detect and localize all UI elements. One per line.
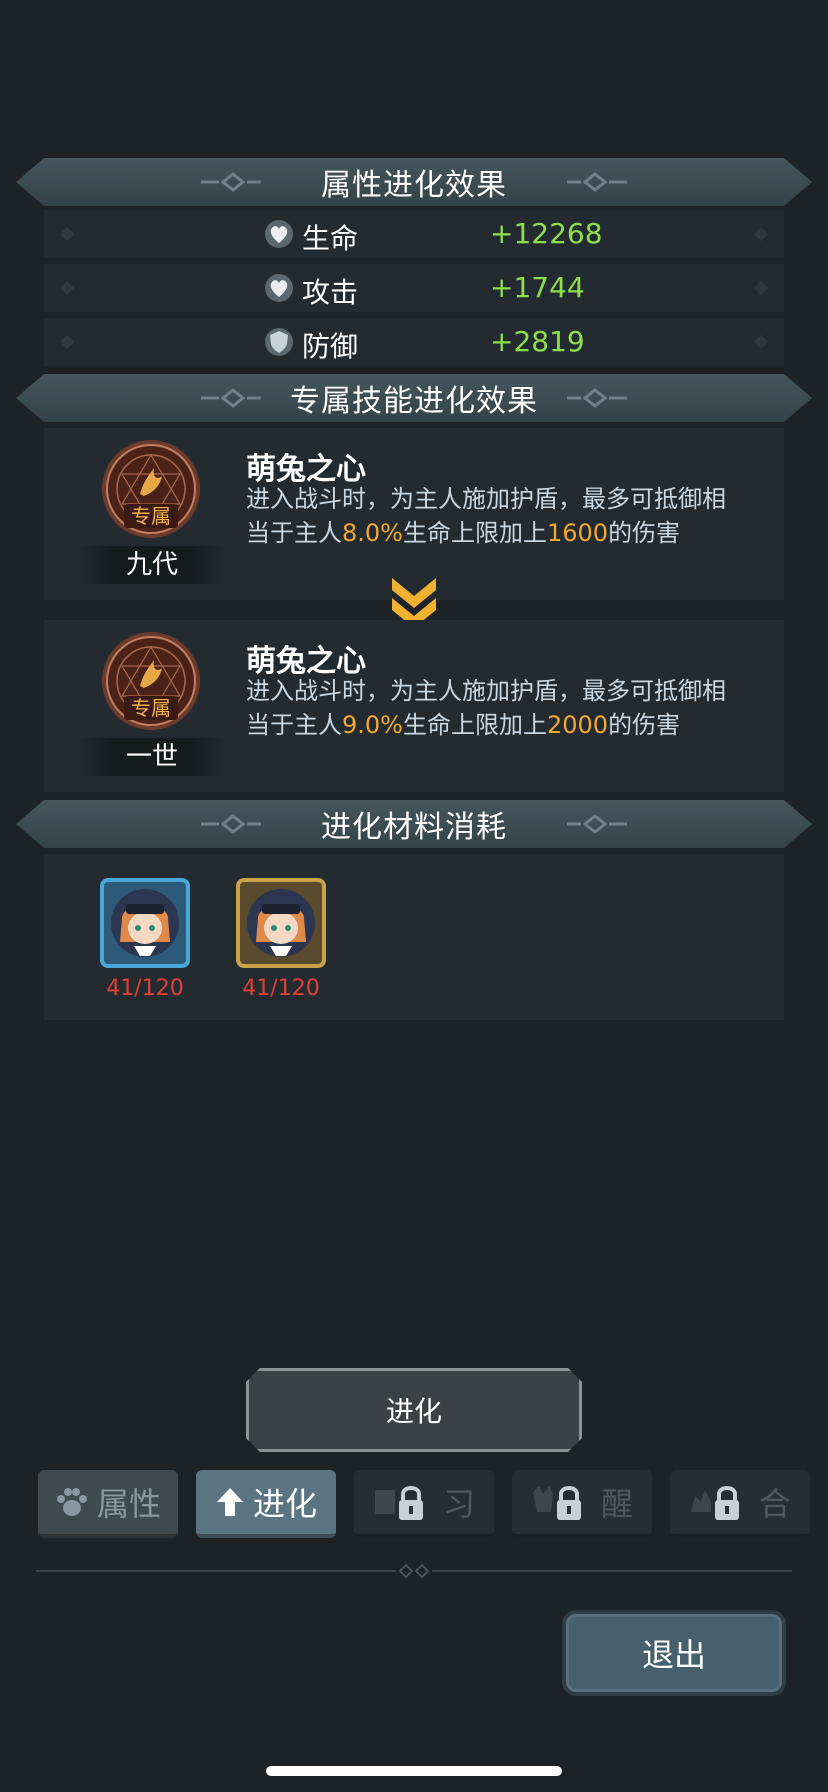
tier-label: 九代 — [78, 546, 226, 584]
ornament-icon — [201, 172, 261, 192]
tab-label: 属性 — [96, 1485, 161, 1523]
tab-label: 醒 — [600, 1485, 633, 1523]
stat-label: 攻击 — [302, 276, 359, 309]
exclusive-skill-emblem-icon: 专属 — [102, 440, 200, 538]
paw-icon — [56, 1488, 87, 1516]
attr-banner: 属性进化效果 — [16, 158, 812, 206]
beast-lock-icon — [532, 1486, 581, 1520]
material-item[interactable] — [100, 878, 190, 968]
stat-value: +12268 — [490, 217, 603, 250]
stat-value: +1744 — [490, 271, 585, 304]
skill-panel-next: 专属 一世 萌兔之心 进入战斗时，为主人施加护盾，最多可抵御相 当于主人9.0%… — [44, 620, 784, 792]
shield-icon — [265, 328, 293, 356]
tab-label: 习 — [442, 1485, 475, 1523]
tab-label: 合 — [758, 1485, 791, 1523]
material-count: 41/120 — [242, 976, 320, 1001]
ornament-icon — [567, 172, 627, 192]
ornament-icon — [567, 814, 627, 834]
bunny-girl-portrait-icon — [247, 889, 315, 957]
tab-attributes[interactable]: 属性 — [38, 1470, 178, 1538]
stat-row-attack: 攻击 +1744 — [44, 264, 784, 312]
skill-section-title: 专属技能进化效果 — [290, 384, 538, 419]
tab-learn-locked[interactable]: 习 — [354, 1470, 494, 1538]
stat-label: 防御 — [302, 330, 359, 363]
stat-label: 生命 — [302, 222, 359, 255]
evolve-button[interactable]: 进化 — [246, 1368, 582, 1452]
ornament-icon — [201, 388, 261, 408]
merge-lock-icon — [690, 1486, 739, 1520]
tab-evolve[interactable]: 进化 — [196, 1470, 336, 1538]
tier-label: 一世 — [78, 738, 226, 776]
heart-shield-icon — [265, 220, 293, 248]
tab-awaken-locked[interactable]: 醒 — [512, 1470, 652, 1538]
material-count: 41/120 — [106, 976, 184, 1001]
home-indicator[interactable] — [266, 1766, 562, 1776]
stat-value: +2819 — [490, 325, 585, 358]
skill-banner: 专属技能进化效果 — [16, 374, 812, 422]
stat-row-defense: 防御 +2819 — [44, 318, 784, 366]
material-panel: 41/120 41/120 — [44, 854, 784, 1020]
heart-shield-icon — [265, 274, 293, 302]
material-banner: 进化材料消耗 — [16, 800, 812, 848]
material-item[interactable] — [236, 878, 326, 968]
book-lock-icon — [374, 1486, 423, 1520]
tab-label: 进化 — [252, 1485, 317, 1523]
ornament-icon — [201, 814, 261, 834]
material-section-title: 进化材料消耗 — [321, 810, 507, 845]
skill-description: 进入战斗时，为主人施加护盾，最多可抵御相 当于主人8.0%生命上限加上1600的… — [246, 485, 726, 547]
emblem-text: 专属 — [131, 504, 171, 528]
ornament-icon — [567, 388, 627, 408]
exit-button[interactable]: 退出 — [562, 1610, 786, 1696]
bunny-girl-portrait-icon — [111, 889, 179, 957]
arrow-up-icon — [216, 1488, 243, 1516]
divider-ornament-icon — [396, 1562, 432, 1580]
attr-section-title: 属性进化效果 — [321, 168, 507, 203]
emblem-text: 专属 — [131, 696, 171, 720]
skill-description: 进入战斗时，为主人施加护盾，最多可抵御相 当于主人9.0%生命上限加上2000的… — [246, 677, 726, 739]
exclusive-skill-emblem-icon: 专属 — [102, 632, 200, 730]
tab-merge-locked[interactable]: 合 — [670, 1470, 810, 1538]
stat-row-hp: 生命 +12268 — [44, 210, 784, 258]
